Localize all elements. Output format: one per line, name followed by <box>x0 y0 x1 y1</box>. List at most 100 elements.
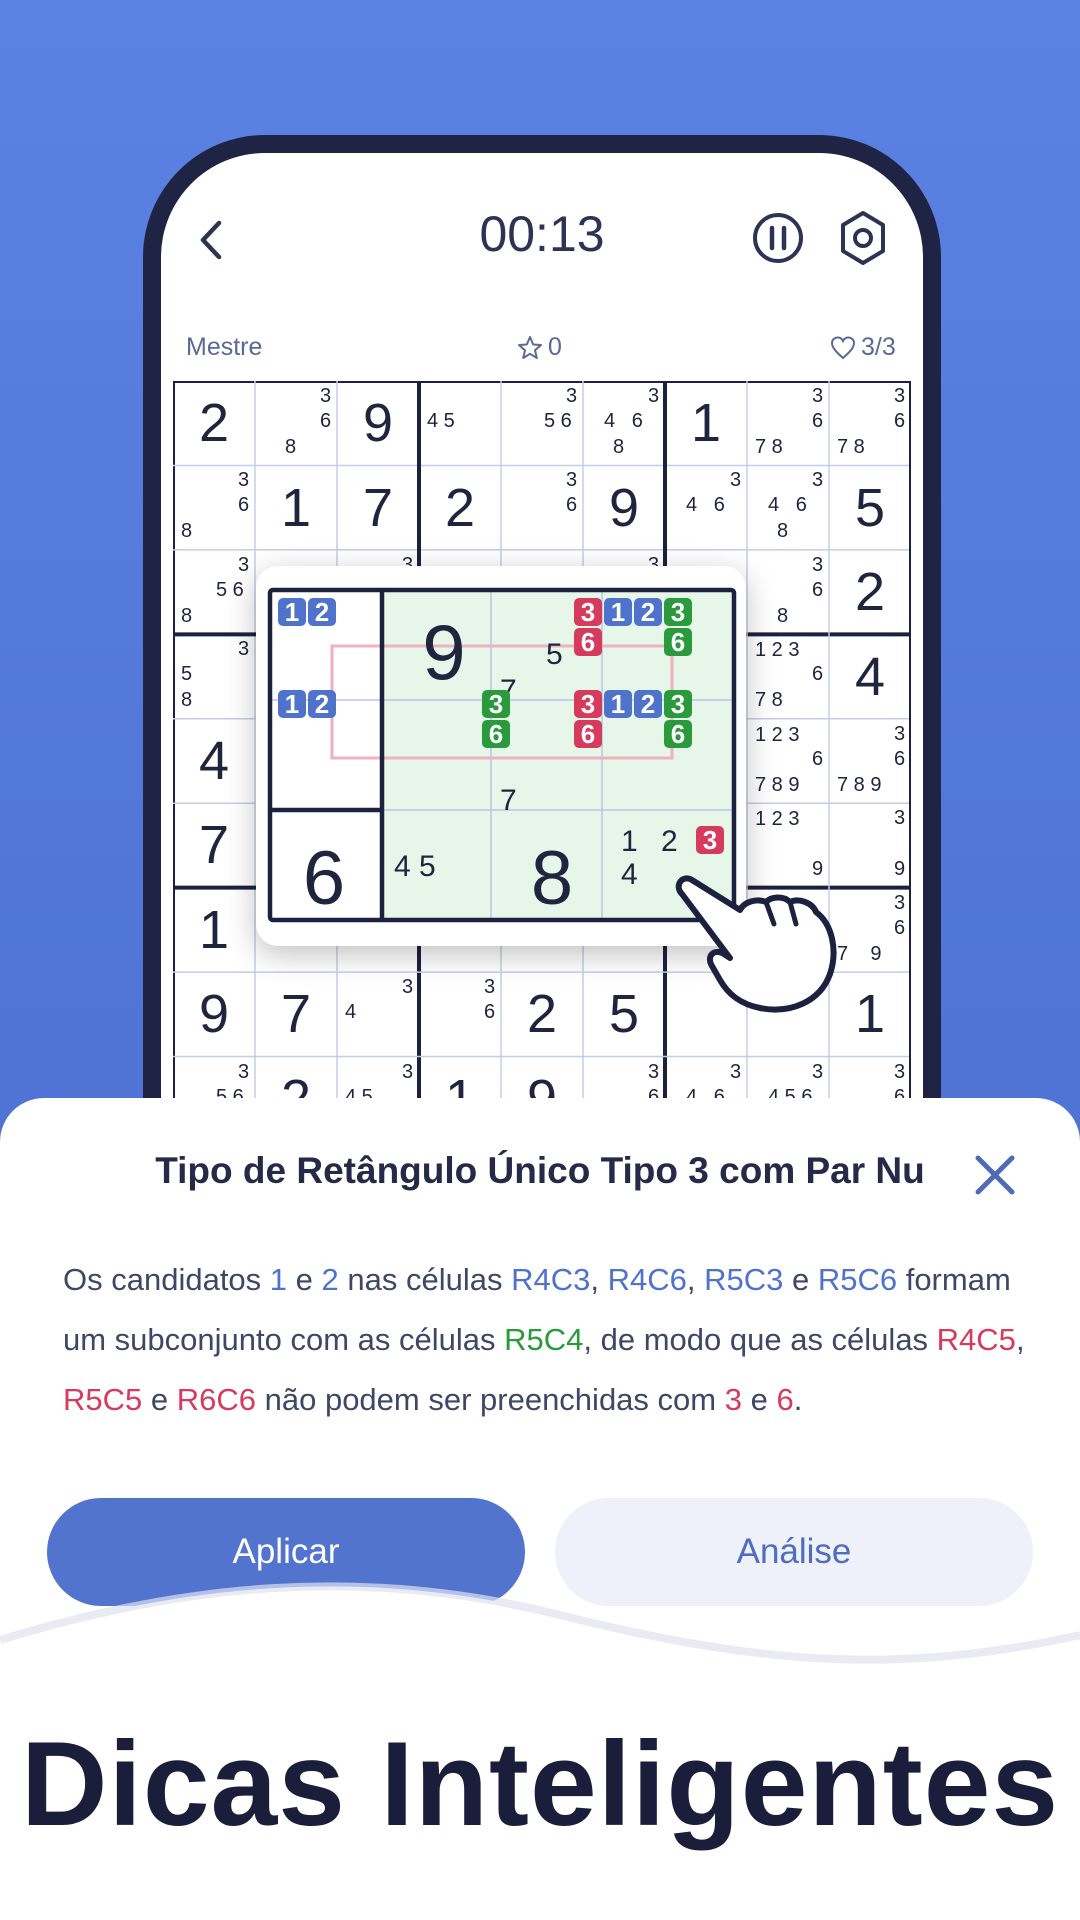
candidate-badge-text: 6 <box>671 627 685 657</box>
candidate-badge-red: 6 <box>574 719 602 749</box>
grid-cell[interactable]: 7 <box>337 465 419 549</box>
candidate-notes: 3 <box>812 385 824 407</box>
candidate-notes: 6 <box>812 747 824 770</box>
grid-cell[interactable]: 2 <box>501 972 583 1056</box>
candidate-badge-blue: 1 <box>278 597 306 627</box>
candidate-notes: 3 <box>320 385 332 407</box>
stars-counter: 0 <box>516 333 562 362</box>
candidate-notes: 3 <box>566 469 578 492</box>
candidate-badge-text: 3 <box>671 689 685 719</box>
candidate-notes: 6 <box>566 494 578 517</box>
grid-cell[interactable]: 1 <box>173 888 255 972</box>
grid-cell[interactable]: 9 <box>337 381 419 465</box>
candidate-badge-text: 2 <box>315 689 329 719</box>
zoom-digit-9: 9 <box>422 608 465 696</box>
candidate-notes: 1 2 3 <box>755 723 800 746</box>
zoom-note-2: 2 <box>661 825 678 858</box>
candidate-badge-green: 6 <box>482 719 510 749</box>
candidate-badge-blue: 1 <box>604 597 632 627</box>
promo-headline: Dicas Inteligentes <box>20 1717 1060 1851</box>
candidate-notes: 6 <box>894 410 906 432</box>
candidate-notes: 3 <box>894 1060 906 1083</box>
candidate-notes: 5 6 <box>544 410 572 432</box>
text-segment: e <box>287 1262 322 1297</box>
grid-cell[interactable]: 1 <box>665 381 747 465</box>
zoom-note-4: 4 <box>621 858 638 891</box>
lives-value: 3/3 <box>861 333 896 361</box>
candidate-notes: 4 6 <box>604 410 643 432</box>
candidate-badge-text: 3 <box>581 597 595 627</box>
highlight-blue: 2 <box>321 1262 339 1297</box>
candidate-badge-text: 6 <box>581 627 595 657</box>
candidate-badge-blue: 2 <box>634 689 662 719</box>
highlight-blue: R5C6 <box>817 1262 898 1297</box>
candidate-badge-text: 1 <box>611 597 625 627</box>
highlight-red: R6C6 <box>176 1382 256 1417</box>
candidate-notes: 3 <box>648 1060 660 1083</box>
grid-cell[interactable]: 4 <box>173 719 255 803</box>
text-segment: nas células <box>338 1262 512 1297</box>
candidate-badge-green: 3 <box>664 689 692 719</box>
stars-value: 0 <box>548 333 562 361</box>
candidate-notes: 7 8 <box>837 436 865 458</box>
candidate-notes: 6 <box>894 747 906 770</box>
grid-cell[interactable]: 7 <box>173 803 255 887</box>
grid-cell[interactable]: 4 <box>829 634 911 718</box>
grid-cell[interactable]: 5 <box>583 972 665 1056</box>
lives-counter: 3/3 <box>829 333 896 362</box>
settings-gear-icon[interactable] <box>836 209 890 267</box>
candidate-badge-text: 2 <box>641 597 655 627</box>
grid-cell[interactable]: 5 <box>829 465 911 549</box>
candidate-notes: 7 8 <box>755 436 783 458</box>
highlight-blue: R4C3 <box>511 1262 591 1297</box>
decorative-wave <box>0 1582 1080 1685</box>
grid-cell[interactable]: 2 <box>829 550 911 634</box>
text-segment: não podem ser preenchidas com <box>256 1382 725 1417</box>
candidate-notes: 3 <box>894 722 906 745</box>
candidate-badge-red: 3 <box>696 825 724 855</box>
candidate-notes: 5 6 <box>216 578 244 601</box>
grid-cell[interactable]: 2 <box>419 465 501 549</box>
grid-cell[interactable]: 9 <box>583 465 665 549</box>
candidate-notes: 3 <box>730 1060 742 1083</box>
candidate-badge-text: 6 <box>581 719 595 749</box>
candidate-notes: 8 <box>777 520 789 543</box>
grid-cell[interactable]: 1 <box>255 465 337 549</box>
candidate-badge-green: 6 <box>664 719 692 749</box>
text-segment: e <box>783 1262 818 1297</box>
candidate-notes: 7 8 <box>755 689 783 712</box>
zoom-note-1: 1 <box>621 825 638 858</box>
highlight-green: R5C4 <box>504 1322 584 1357</box>
highlight-red: 6 <box>776 1382 794 1417</box>
text-segment: . <box>793 1382 803 1417</box>
pause-icon[interactable] <box>751 211 805 265</box>
candidate-notes: 6 <box>812 410 824 432</box>
highlight-blue: R4C6 <box>607 1262 687 1297</box>
difficulty-label: Mestre <box>186 333 263 361</box>
candidate-notes: 3 <box>894 385 906 407</box>
candidate-notes: 8 <box>181 689 193 712</box>
candidate-notes: 9 <box>894 858 906 881</box>
candidate-badge-blue: 2 <box>308 597 336 627</box>
candidate-notes: 3 <box>894 891 906 914</box>
candidate-notes: 8 <box>613 436 625 458</box>
text-segment: e <box>741 1382 777 1417</box>
candidate-notes: 7 8 9 <box>837 773 882 796</box>
close-icon[interactable] <box>970 1150 1020 1200</box>
text-segment: , <box>1015 1322 1025 1357</box>
grid-cell[interactable]: 7 <box>255 972 337 1056</box>
candidate-notes: 1 2 3 <box>755 639 800 662</box>
text-segment: , <box>590 1262 608 1297</box>
candidate-badge-blue: 1 <box>278 689 306 719</box>
candidate-notes: 3 <box>402 1060 414 1083</box>
zoom-digit-8: 8 <box>531 836 573 921</box>
highlight-blue: 1 <box>269 1262 288 1297</box>
candidate-notes: 3 <box>730 469 742 492</box>
candidate-notes: 3 <box>812 1060 824 1083</box>
grid-cell[interactable]: 2 <box>173 381 255 465</box>
top-bar: 00:13 <box>161 153 923 313</box>
candidate-badge-text: 6 <box>671 719 685 749</box>
highlight-red: R4C5 <box>936 1322 1016 1357</box>
candidate-notes: 4 <box>345 1001 357 1024</box>
grid-cell[interactable]: 9 <box>173 972 255 1056</box>
